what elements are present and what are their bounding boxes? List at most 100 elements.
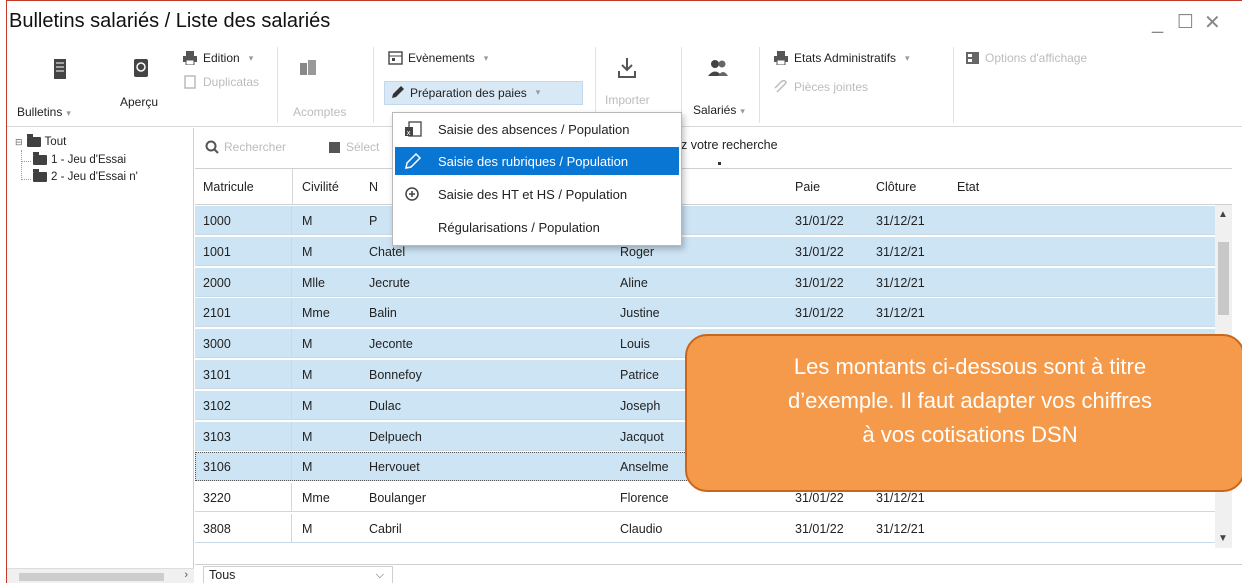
minimize-button[interactable]: _	[1152, 13, 1163, 33]
main-window: Bulletins salariés / Liste des salariés …	[6, 0, 1242, 583]
table-row[interactable]: 1000 M P 31/01/22 31/12/21	[195, 206, 1215, 235]
column-separator	[292, 169, 293, 205]
plus-circle-icon	[405, 187, 419, 201]
table-row[interactable]: 2000 Mlle Jecrute Aline 31/01/22 31/12/21	[195, 267, 1215, 297]
cell-cloture: 31/12/21	[876, 522, 925, 536]
salaries-label: Salariés	[693, 103, 737, 117]
callout-annotation: Les montants ci-dessous sont à titre d’e…	[685, 334, 1242, 492]
cell-prenom: Florence	[620, 491, 669, 506]
importer-button[interactable]: Importer	[605, 93, 650, 107]
cell-prenom: Claudio	[620, 522, 663, 536]
duplicatas-label: Duplicatas	[203, 75, 260, 89]
folder-icon	[33, 169, 47, 182]
acomptes-icon	[300, 60, 316, 75]
menu-item-saisie-absences[interactable]: x Saisie des absences / Population	[395, 115, 679, 143]
cell-matricule: 3103	[203, 429, 231, 444]
search-hint[interactable]: z votre recherche	[681, 138, 778, 152]
scroll-up-icon[interactable]: ▲	[1218, 209, 1228, 220]
apercu-button[interactable]: Aperçu	[120, 95, 158, 109]
table-row[interactable]: 3808 M Cabril Claudio 31/01/22 31/12/21	[195, 514, 1215, 543]
tree-item[interactable]: 2 - Jeu d'Essai n'	[33, 169, 138, 183]
cursor-mark	[718, 162, 721, 165]
cell-civilite: M	[302, 522, 313, 536]
chevron-down-icon: ▾	[248, 52, 254, 63]
options-affichage-button[interactable]: Options d'affichage	[965, 51, 1087, 65]
edition-button[interactable]: Edition ▾	[182, 51, 253, 65]
tree-item-label: 1 - Jeu d'Essai	[51, 154, 127, 166]
scrollbar-thumb[interactable]	[1218, 242, 1229, 315]
cell-paie: 31/01/22	[795, 275, 844, 290]
column-header-matricule[interactable]: Matricule	[203, 180, 254, 194]
column-header-cloture[interactable]: Clôture	[876, 180, 916, 194]
menu-item-saisie-rubriques[interactable]: Saisie des rubriques / Population	[395, 147, 679, 175]
tree-root-label: Tout	[44, 136, 67, 148]
import-icon	[618, 58, 636, 78]
scrollbar-thumb[interactable]	[19, 573, 164, 581]
title-bar: Bulletins salariés / Liste des salariés …	[7, 1, 1242, 45]
cell-prenom: Joseph	[620, 398, 661, 413]
cell-prenom: Roger	[620, 244, 655, 259]
tree-connector	[21, 150, 22, 180]
column-header-etat[interactable]: Etat	[957, 180, 979, 194]
bulletins-button[interactable]: Bulletins ▾	[17, 105, 71, 119]
cell-civilite: M	[302, 398, 313, 413]
grid-header: Matricule Civilité N Paie Clôture Etat	[195, 169, 1232, 205]
evenements-button[interactable]: Evènements ▾	[388, 51, 488, 65]
chevron-down-icon: ▾	[483, 52, 489, 63]
window-title: Bulletins salariés / Liste des salariés	[9, 10, 331, 32]
table-row[interactable]: 1001 M Chatel Roger 31/01/22 31/12/21	[195, 236, 1215, 266]
users-icon	[708, 60, 728, 76]
preparation-dropdown-menu: x Saisie des absences / Population Saisi…	[392, 112, 682, 246]
pieces-jointes-button[interactable]: Pièces jointes	[773, 80, 868, 94]
preparation-paies-button[interactable]: Préparation des paies ▾	[390, 85, 540, 100]
cell-civilite: M	[302, 214, 313, 228]
cell-paie: 31/01/22	[795, 214, 844, 228]
scroll-right-icon[interactable]: ›	[184, 569, 188, 581]
callout-line: d’exemple. Il faut adapter vos chiffres	[787, 388, 1152, 413]
close-button[interactable]: ✕	[1204, 13, 1221, 33]
filter-select[interactable]: Tous ⌵	[203, 566, 393, 583]
ribbon-separator	[373, 47, 374, 123]
chevron-down-icon: ⌵	[375, 569, 384, 581]
cell-nom: Delpuech	[369, 429, 422, 444]
menu-item-label: Saisie des HT et HS / Population	[438, 187, 628, 202]
cell-prenom: Anselme	[620, 460, 669, 475]
selection-label: Sélect	[346, 140, 380, 154]
selection-button[interactable]: Sélect	[328, 140, 379, 154]
acomptes-button[interactable]: Acomptes	[293, 105, 346, 119]
cell-prenom: Louis	[620, 337, 650, 352]
tree-root-item[interactable]: ⊟ Tout	[15, 134, 67, 148]
cell-prenom: Patrice	[620, 368, 659, 382]
bulletins-icon	[54, 59, 66, 79]
pencil-icon	[392, 86, 404, 98]
menu-item-saisie-ht-hs[interactable]: Saisie des HT et HS / Population	[395, 180, 679, 208]
paperclip-icon	[774, 80, 787, 93]
search-bar: Rechercher Sélect z votre recherche	[195, 128, 1242, 168]
tree-horizontal-scrollbar[interactable]: ›	[7, 568, 194, 583]
cell-civilite: M	[302, 429, 313, 444]
cell-matricule: 3101	[203, 368, 231, 382]
cell-matricule: 2000	[203, 275, 231, 290]
cell-civilite: M	[302, 460, 313, 475]
maximize-button[interactable]: ☐	[1177, 13, 1194, 33]
ribbon-separator	[277, 47, 278, 123]
cell-nom: Jeconte	[369, 337, 413, 352]
tree-item[interactable]: 1 - Jeu d'Essai	[33, 152, 127, 166]
tree-connector	[21, 179, 31, 180]
cell-paie: 31/01/22	[795, 306, 844, 321]
salaries-button[interactable]: Salariés ▾	[693, 103, 745, 117]
column-header-civilite[interactable]: Civilité	[302, 180, 339, 194]
menu-item-regularisations[interactable]: Régularisations / Population	[395, 213, 679, 241]
callout-line: à vos cotisations DSN	[862, 422, 1078, 447]
cell-civilite: Mme	[302, 306, 330, 321]
scroll-down-icon[interactable]: ▼	[1218, 533, 1228, 544]
cell-matricule: 3000	[203, 337, 231, 352]
duplicatas-button[interactable]: Duplicatas	[182, 75, 259, 89]
rechercher-button[interactable]: Rechercher	[205, 140, 286, 154]
column-header-nom[interactable]: N	[369, 180, 378, 194]
column-header-paie[interactable]: Paie	[795, 180, 820, 194]
cell-cloture: 31/12/21	[876, 491, 925, 506]
cell-paie: 31/01/22	[795, 244, 844, 259]
table-row[interactable]: 2101 Mme Balin Justine 31/01/22 31/12/21	[195, 298, 1215, 328]
etats-administratifs-button[interactable]: Etats Administratifs ▾	[773, 51, 910, 65]
